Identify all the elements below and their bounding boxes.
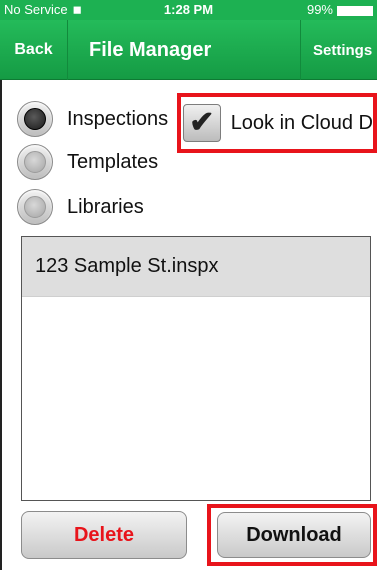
back-button[interactable]: Back [0, 20, 68, 80]
battery-percent: 99% [306, 2, 333, 17]
radio-dot [24, 108, 46, 130]
status-bar: No Service ◼ 1:28 PM 99% [0, 0, 377, 20]
download-highlight: Download [207, 504, 377, 566]
page-title: File Manager [89, 38, 212, 61]
cloud-checkbox[interactable]: ✔ [183, 104, 221, 142]
cloud-checkbox-label: Look in Cloud D [230, 111, 373, 134]
radio-label: Templates [67, 150, 159, 173]
left-edge-rule [0, 80, 2, 570]
delete-button[interactable]: Delete [21, 511, 187, 559]
checkmark-icon: ✔ [189, 106, 215, 139]
cloud-checkbox-row[interactable]: ✔ Look in Cloud D [177, 93, 377, 153]
radio-label: Libraries [67, 195, 144, 218]
radio-button[interactable] [17, 144, 53, 180]
status-right: 99% [307, 2, 373, 17]
radio-button-selected[interactable] [17, 101, 53, 137]
radio-label: Inspections [67, 107, 169, 130]
settings-button[interactable]: Settings [300, 20, 377, 80]
download-button[interactable]: Download [217, 512, 371, 558]
radio-option-inspections[interactable]: Inspections [17, 101, 168, 137]
radio-option-templates[interactable]: Templates [17, 144, 158, 180]
list-item[interactable]: 123 Sample St.inspx [22, 237, 370, 297]
nav-bar: Back File Manager Settings [0, 20, 377, 80]
radio-button[interactable] [17, 189, 53, 225]
radio-dot [24, 151, 46, 173]
battery-icon [337, 5, 373, 16]
file-list[interactable]: 123 Sample St.inspx [21, 236, 371, 501]
radio-option-libraries[interactable]: Libraries [17, 189, 144, 225]
radio-dot [24, 196, 46, 218]
